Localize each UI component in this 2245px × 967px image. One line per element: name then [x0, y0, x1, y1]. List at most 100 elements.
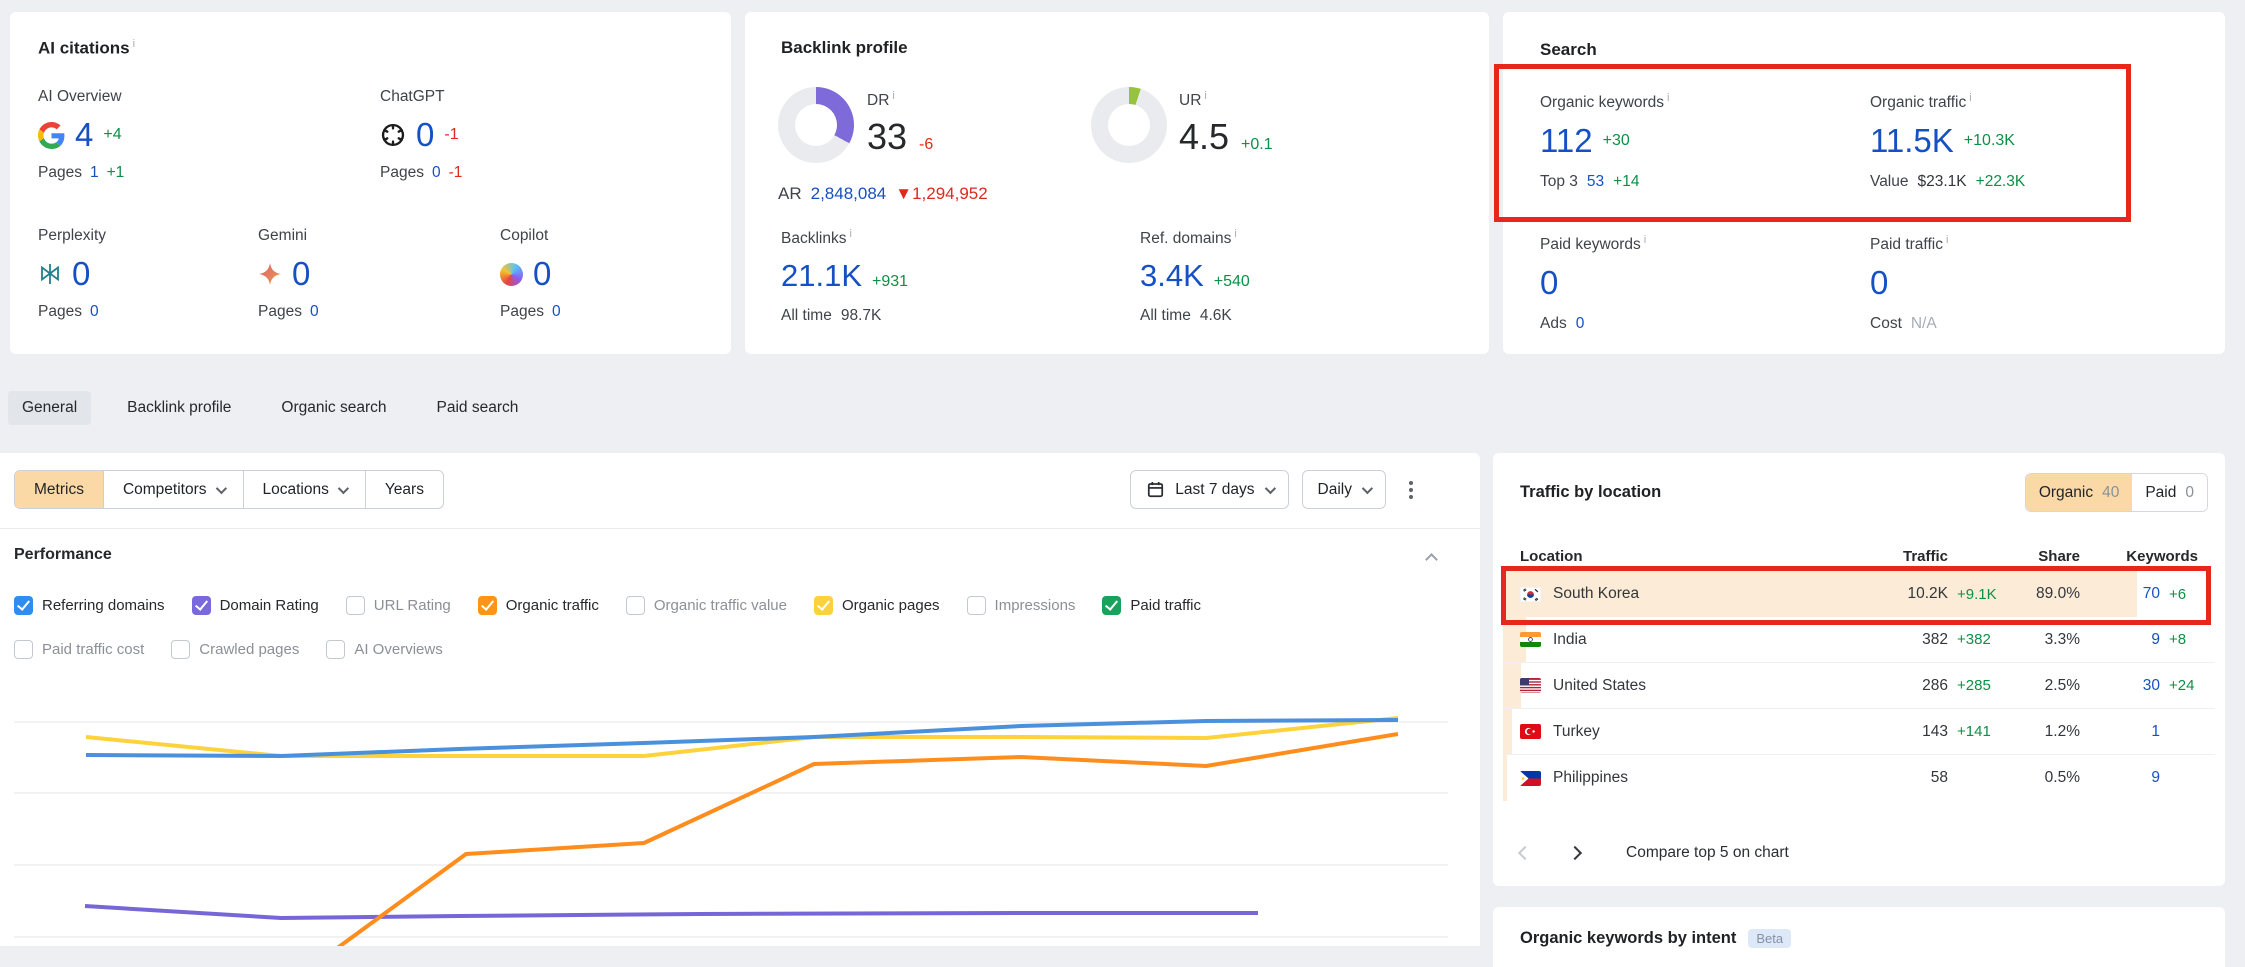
copilot-metric: Copilot 0 Pages 0	[500, 227, 561, 321]
metric-checkbox[interactable]: Crawled pages	[171, 637, 299, 661]
next-page-chevron-icon[interactable]	[1568, 846, 1582, 860]
country-name[interactable]: Philippines	[1553, 769, 1628, 787]
country-flag-icon	[1520, 632, 1541, 647]
metric-checkbox[interactable]: Paid traffic	[1102, 593, 1201, 617]
share-bar	[1503, 663, 1521, 708]
info-icon[interactable]: i	[892, 90, 894, 102]
tab-organic-search[interactable]: Organic search	[267, 391, 400, 425]
traffic-value-row: Value $23.1K +22.3K	[1870, 173, 2025, 191]
gemini-value[interactable]: 0	[292, 255, 310, 293]
share-value: 89.0%	[2000, 585, 2080, 603]
metric-checkbox[interactable]: Referring domains	[14, 593, 165, 617]
pages-value[interactable]: 0	[552, 303, 561, 321]
backlinks-label: Backlinksi	[781, 228, 908, 248]
copilot-value[interactable]: 0	[533, 255, 551, 293]
metrics-filter-button[interactable]: Metrics	[15, 471, 103, 508]
checkbox-label: URL Rating	[374, 597, 451, 614]
checkbox-icon[interactable]	[192, 596, 211, 615]
checkbox-icon[interactable]	[171, 640, 190, 659]
info-icon[interactable]: i	[1234, 228, 1236, 240]
country-name[interactable]: Turkey	[1553, 723, 1600, 741]
country-name[interactable]: United States	[1553, 677, 1646, 695]
ai-overview-value[interactable]: 4	[75, 116, 93, 154]
checkbox-icon[interactable]	[346, 596, 365, 615]
metric-checkbox[interactable]: Organic traffic	[478, 593, 599, 617]
performance-line-chart[interactable]	[0, 676, 1480, 946]
keywords-value[interactable]: 1	[2080, 723, 2160, 741]
pages-value[interactable]: 0	[432, 164, 441, 182]
granularity-button[interactable]: Daily	[1302, 470, 1386, 509]
checkbox-icon[interactable]	[326, 640, 345, 659]
prev-page-chevron-icon[interactable]	[1518, 846, 1532, 860]
country-name[interactable]: South Korea	[1553, 585, 1639, 603]
metric-checkbox[interactable]: AI Overviews	[326, 637, 442, 661]
country-name[interactable]: India	[1553, 631, 1587, 649]
metric-checkbox[interactable]: Impressions	[967, 593, 1076, 617]
checkbox-icon[interactable]	[14, 640, 33, 659]
location-row[interactable]: United States 286 +285 2.5% 30 +24	[1503, 663, 2215, 709]
chatgpt-value[interactable]: 0	[416, 116, 434, 154]
locations-filter-button[interactable]: Locations	[243, 471, 365, 508]
compare-top5-link[interactable]: Compare top 5 on chart	[1626, 844, 1789, 862]
checkbox-icon[interactable]	[1102, 596, 1121, 615]
checkbox-icon[interactable]	[478, 596, 497, 615]
metric-checkbox[interactable]: Paid traffic cost	[14, 637, 144, 661]
share-value: 0.5%	[2000, 769, 2080, 787]
info-icon[interactable]: i	[1644, 234, 1646, 246]
checkbox-icon[interactable]	[814, 596, 833, 615]
checkbox-icon[interactable]	[14, 596, 33, 615]
more-options-kebab-icon[interactable]	[1399, 473, 1423, 507]
location-row[interactable]: Philippines 58 0.5% 9	[1503, 755, 2215, 801]
backlinks-value[interactable]: 21.1K	[781, 258, 862, 294]
info-icon[interactable]: i	[1946, 234, 1948, 246]
dr-metric: DRi 33 -6	[867, 90, 933, 158]
perplexity-value[interactable]: 0	[72, 255, 90, 293]
keywords-value[interactable]: 30	[2080, 677, 2160, 695]
organic-traffic-value[interactable]: 11.5K	[1870, 122, 1954, 160]
ref-domains-value[interactable]: 3.4K	[1140, 258, 1204, 294]
metric-checkbox[interactable]: Organic pages	[814, 593, 940, 617]
organic-keywords-value[interactable]: 112	[1540, 122, 1593, 160]
pages-value[interactable]: 0	[90, 303, 99, 321]
pages-value[interactable]: 1	[90, 164, 99, 182]
info-icon[interactable]: i	[1204, 90, 1206, 102]
location-row[interactable]: Turkey 143 +141 1.2% 1	[1503, 709, 2215, 755]
country-flag-icon	[1520, 724, 1541, 739]
pages-label: Pages	[380, 164, 424, 182]
metric-checkbox[interactable]: URL Rating	[346, 593, 451, 617]
info-icon[interactable]: i	[1969, 92, 1971, 104]
chevron-down-icon	[1362, 482, 1373, 493]
checkbox-icon[interactable]	[967, 596, 986, 615]
checkbox-icon[interactable]	[626, 596, 645, 615]
ar-value[interactable]: 2,848,084	[811, 184, 887, 204]
date-range-button[interactable]: Last 7 days	[1130, 470, 1288, 509]
ads-value[interactable]: 0	[1576, 315, 1585, 333]
top3-value[interactable]: 53	[1587, 173, 1604, 191]
tab-backlink-profile[interactable]: Backlink profile	[113, 391, 245, 425]
location-row[interactable]: India 382 +382 3.3% 9 +8	[1503, 617, 2215, 663]
collapse-chevron-up-icon[interactable]	[1425, 553, 1438, 566]
info-icon[interactable]: i	[1667, 92, 1669, 104]
keywords-delta: +8	[2160, 631, 2198, 648]
tab-paid-search[interactable]: Paid search	[423, 391, 533, 425]
pages-value[interactable]: 0	[310, 303, 319, 321]
divider	[0, 528, 1480, 529]
years-filter-button[interactable]: Years	[365, 471, 443, 508]
location-row[interactable]: South Korea 10.2K +9.1K 89.0% 70 +6	[1503, 571, 2215, 617]
info-icon[interactable]: i	[133, 38, 135, 50]
pages-label: Pages	[500, 303, 544, 321]
metric-checkbox[interactable]: Domain Rating	[192, 593, 319, 617]
checkbox-label: Referring domains	[42, 597, 165, 614]
keywords-value[interactable]: 9	[2080, 769, 2160, 787]
competitors-filter-button[interactable]: Competitors	[103, 471, 243, 508]
keywords-value[interactable]: 9	[2080, 631, 2160, 649]
info-icon[interactable]: i	[849, 228, 851, 240]
paid-toggle[interactable]: Paid 0	[2132, 474, 2207, 511]
paid-keywords-value[interactable]: 0	[1540, 264, 1558, 302]
organic-toggle[interactable]: Organic 40	[2026, 474, 2133, 511]
paid-traffic-value[interactable]: 0	[1870, 264, 1888, 302]
search-card: Search Organic keywordsi 112 +30 Top 3 5…	[1503, 12, 2225, 354]
metric-checkbox[interactable]: Organic traffic value	[626, 593, 787, 617]
keywords-value[interactable]: 70	[2080, 585, 2160, 603]
tab-general[interactable]: General	[8, 391, 91, 425]
